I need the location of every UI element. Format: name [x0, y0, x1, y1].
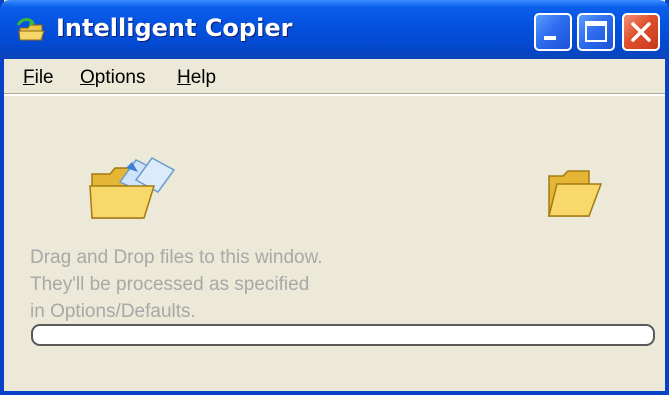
menu-file-mnemonic: F [23, 67, 35, 88]
drop-hint: Drag and Drop files to this window. They… [30, 244, 370, 325]
hint-line-1: Drag and Drop files to this window. [30, 247, 323, 268]
app-window: Intelligent Copier File Options Help Dra… [0, 0, 669, 395]
window-title: Intelligent Copier [56, 14, 293, 42]
folder-icon[interactable] [543, 166, 605, 222]
progress-bar [31, 324, 655, 346]
close-icon [631, 22, 651, 42]
hint-line-3: in Options/Defaults. [30, 301, 196, 322]
menu-help-mnemonic: H [177, 67, 191, 88]
menu-options[interactable]: Options [80, 67, 145, 89]
maximize-icon [585, 21, 607, 42]
menu-help-label: elp [190, 67, 217, 88]
close-button[interactable] [622, 13, 660, 51]
menu-options-label: ptions [94, 67, 146, 88]
folder-with-documents-icon[interactable] [86, 152, 176, 224]
copy-folder-icon [16, 18, 45, 41]
menu-bar: File Options Help [4, 59, 665, 96]
menu-file[interactable]: File [23, 67, 54, 89]
maximize-button[interactable] [577, 13, 615, 51]
title-bar[interactable]: Intelligent Copier [0, 0, 669, 59]
minimize-button[interactable] [534, 13, 572, 51]
hint-line-2: They'll be processed as specified [30, 274, 310, 295]
minimize-icon [544, 36, 556, 40]
menu-help[interactable]: Help [177, 67, 216, 89]
menu-separator [4, 93, 665, 96]
menu-file-label: ile [34, 67, 54, 88]
menu-options-mnemonic: O [80, 67, 95, 88]
